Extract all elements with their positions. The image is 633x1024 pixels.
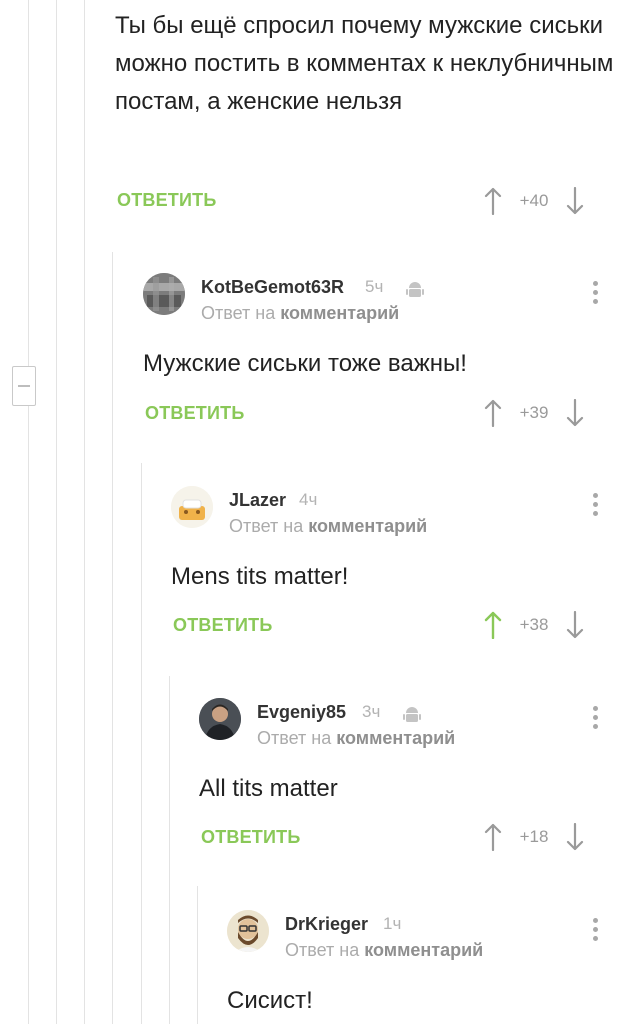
upvote-icon[interactable]: [484, 611, 502, 639]
upvote-icon[interactable]: [484, 823, 502, 851]
comment-header: DrKrieger 1ч Ответ на комментарий: [227, 910, 611, 966]
avatar[interactable]: [227, 910, 269, 952]
avatar[interactable]: [171, 486, 213, 528]
reply-to-prefix: Ответ на: [285, 940, 360, 960]
reply-to-link[interactable]: комментарий: [280, 303, 399, 323]
reply-to-link[interactable]: комментарий: [336, 728, 455, 748]
comment-text: Сисист!: [227, 987, 313, 1014]
downvote-icon[interactable]: [566, 823, 584, 851]
username[interactable]: Evgeniy85: [257, 702, 346, 723]
comment-text: Mens tits matter!: [171, 563, 349, 590]
vote-block: +40: [484, 186, 584, 216]
username[interactable]: JLazer: [229, 490, 286, 511]
thread-line: [141, 463, 142, 1024]
upvote-icon[interactable]: [484, 399, 502, 427]
reply-to-prefix: Ответ на: [201, 303, 276, 323]
comment-time: 1ч: [383, 914, 402, 933]
reply-to-info: Ответ на комментарий: [257, 728, 455, 749]
reply-to-info: Ответ на комментарий: [229, 516, 427, 537]
upvote-icon[interactable]: [484, 187, 502, 215]
comment-header: Evgeniy85 3ч Ответ на комментарий: [199, 698, 611, 754]
reply-to-info: Ответ на комментарий: [285, 940, 483, 961]
avatar[interactable]: [199, 698, 241, 740]
username[interactable]: DrKrieger: [285, 914, 368, 935]
downvote-icon[interactable]: [566, 399, 584, 427]
comment-score: +18: [519, 827, 549, 846]
comment-time: 3ч: [362, 702, 381, 721]
more-options-icon[interactable]: [593, 493, 599, 520]
reply-button[interactable]: ОТВЕТИТЬ: [173, 615, 272, 636]
minus-icon: [18, 385, 30, 387]
more-options-icon[interactable]: [593, 281, 599, 308]
thread-line: [112, 252, 113, 1024]
reply-to-link[interactable]: комментарий: [308, 516, 427, 536]
thread-line: [56, 0, 57, 1024]
reply-to-info: Ответ на комментарий: [201, 303, 399, 324]
reply-to-prefix: Ответ на: [257, 728, 332, 748]
comment-text: Ты бы ещё спросил почему мужские сиськи …: [115, 12, 614, 115]
comment-score: +38: [519, 615, 549, 634]
vote-block: +18: [484, 822, 584, 852]
more-options-icon[interactable]: [593, 918, 599, 945]
username[interactable]: KotBeGemot63R: [201, 277, 344, 298]
thread-line: [28, 0, 29, 1024]
reply-button[interactable]: ОТВЕТИТЬ: [201, 827, 300, 848]
thread-line: [169, 676, 170, 1024]
thread-line: [197, 886, 198, 1024]
comment-text: All tits matter: [199, 775, 338, 802]
comment-text: Мужские сиськи тоже важны!: [143, 350, 467, 377]
comment-header: JLazer 4ч Ответ на комментарий: [171, 486, 611, 542]
vote-block: +39: [484, 398, 584, 428]
avatar[interactable]: [143, 273, 185, 315]
comment-score: +40: [519, 191, 549, 210]
reply-to-prefix: Ответ на: [229, 516, 304, 536]
reply-button[interactable]: ОТВЕТИТЬ: [145, 403, 244, 424]
comment-score: +39: [519, 403, 549, 422]
downvote-icon[interactable]: [566, 611, 584, 639]
vote-block: +38: [484, 610, 584, 640]
thread-line: [84, 0, 85, 1024]
comment-time: 4ч: [299, 490, 318, 509]
collapse-thread-button[interactable]: [12, 366, 36, 406]
more-options-icon[interactable]: [593, 706, 599, 733]
downvote-icon[interactable]: [566, 187, 584, 215]
android-icon: [402, 704, 422, 729]
reply-to-link[interactable]: комментарий: [364, 940, 483, 960]
android-icon: [405, 279, 425, 304]
comment-header: KotBeGemot63R 5ч Ответ на комментарий: [143, 273, 613, 329]
reply-button[interactable]: ОТВЕТИТЬ: [117, 190, 216, 211]
comment-time: 5ч: [365, 277, 384, 296]
